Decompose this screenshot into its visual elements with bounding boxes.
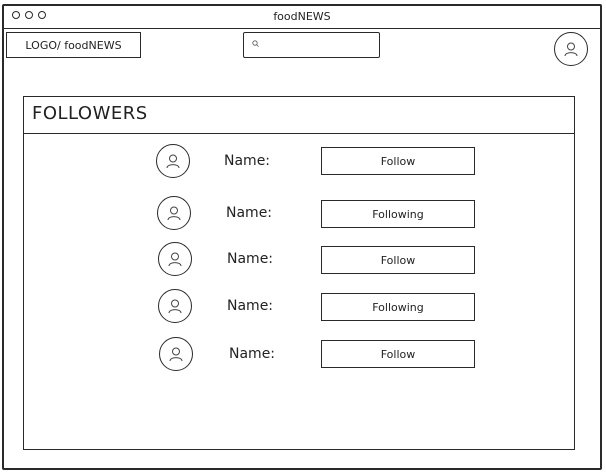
panel-title: FOLLOWERS xyxy=(32,103,148,124)
follower-avatar[interactable] xyxy=(158,289,192,323)
follow-button[interactable]: Follow xyxy=(321,340,475,368)
follower-name-label: Name: xyxy=(227,298,274,314)
follower-avatar[interactable] xyxy=(156,144,190,178)
follower-row: Name: Follow xyxy=(24,144,574,180)
follower-row: Name: Following xyxy=(24,196,574,232)
user-icon xyxy=(164,152,182,170)
user-icon xyxy=(562,40,580,58)
follower-name-label: Name: xyxy=(227,251,274,267)
panel-header: FOLLOWERS xyxy=(24,97,574,134)
follower-name-label: Name: xyxy=(229,346,276,362)
search-input[interactable] xyxy=(243,32,380,58)
follower-row: Name: Follow xyxy=(24,337,574,373)
follower-name-label: Name: xyxy=(226,205,273,221)
following-button[interactable]: Following xyxy=(321,293,475,321)
following-button[interactable]: Following xyxy=(321,200,475,228)
logo-text: LOGO/ foodNEWS xyxy=(25,38,122,52)
follower-avatar[interactable] xyxy=(158,242,192,276)
profile-avatar-button[interactable] xyxy=(554,32,588,66)
user-icon xyxy=(167,345,185,363)
follow-button[interactable]: Follow xyxy=(321,246,475,274)
follow-button[interactable]: Follow xyxy=(321,147,475,175)
follower-avatar[interactable] xyxy=(159,337,193,371)
window-title: foodNEWS xyxy=(273,10,331,23)
follower-row: Name: Follow xyxy=(24,242,574,278)
search-icon xyxy=(252,40,259,47)
user-icon xyxy=(166,250,184,268)
followers-panel: FOLLOWERS Name: Follow Name: Following N… xyxy=(23,96,575,450)
follower-name-label: Name: xyxy=(224,153,271,169)
follower-avatar[interactable] xyxy=(157,196,191,230)
user-icon xyxy=(166,297,184,315)
follower-row: Name: Following xyxy=(24,289,574,325)
user-icon xyxy=(165,204,183,222)
logo[interactable]: LOGO/ foodNEWS xyxy=(6,32,141,58)
title-bar: foodNEWS xyxy=(4,6,600,29)
